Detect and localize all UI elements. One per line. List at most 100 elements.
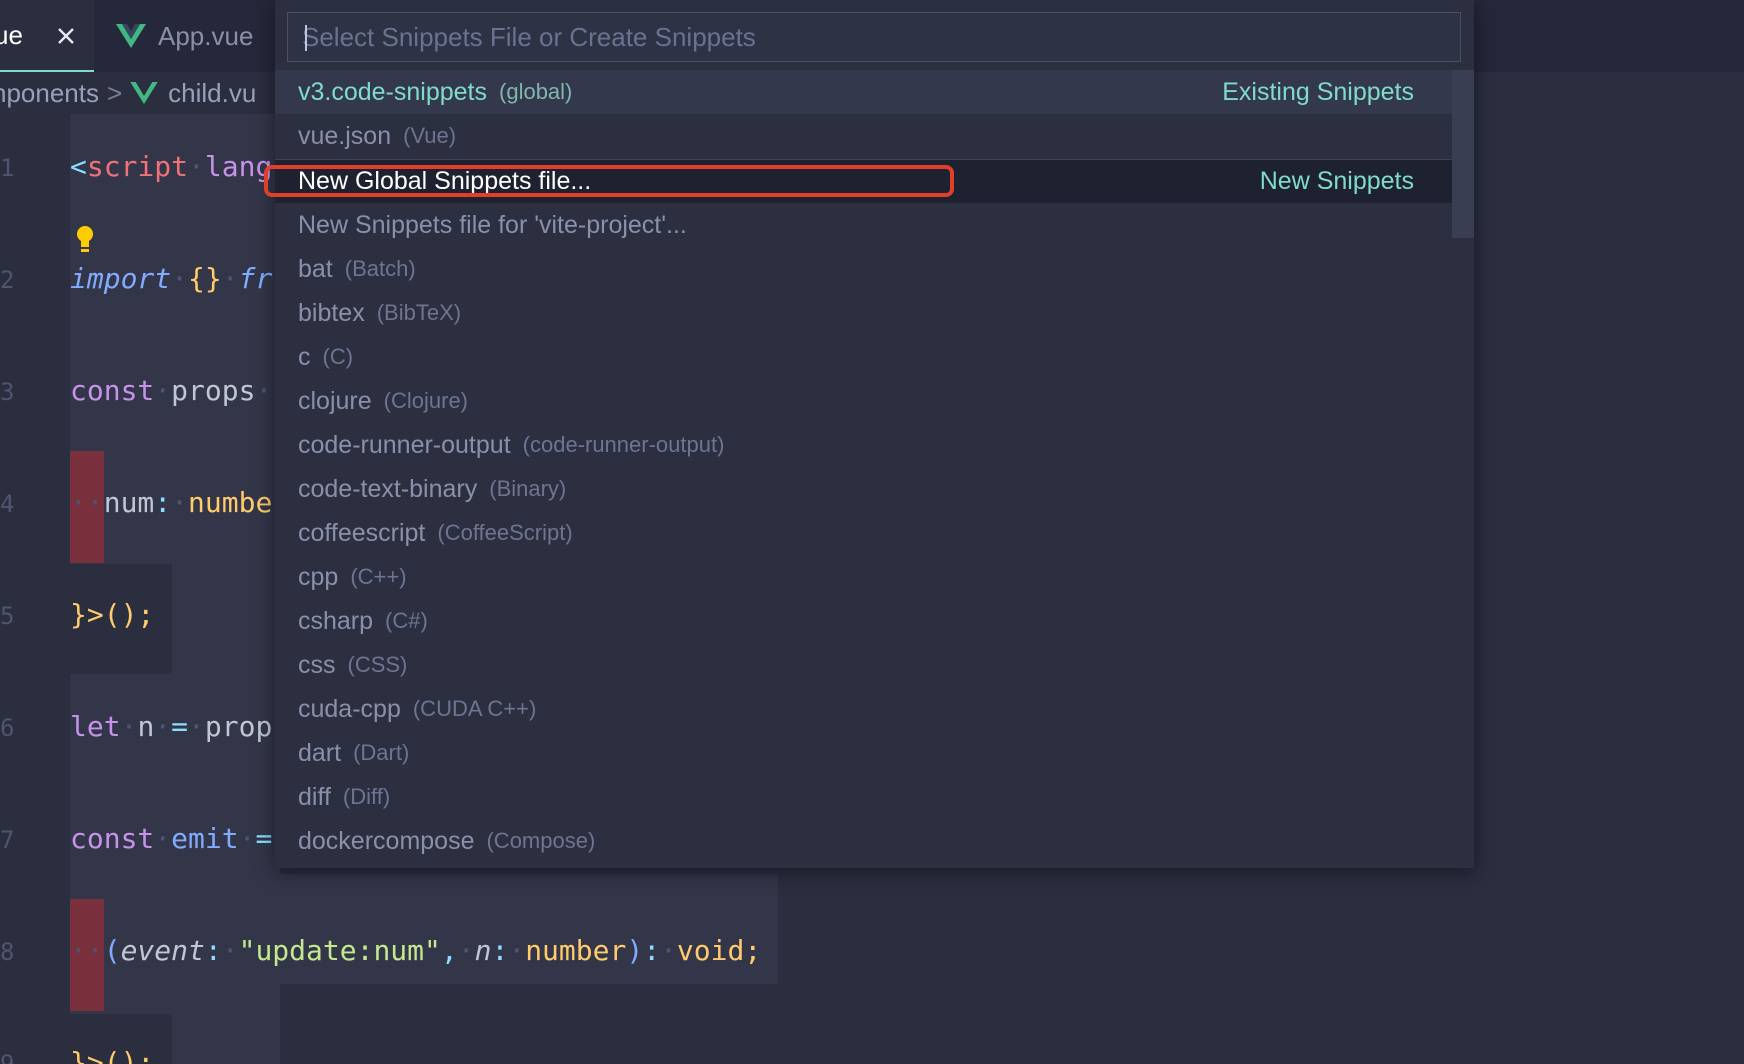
quick-pick-item[interactable]: clojure (Clojure) xyxy=(275,379,1452,423)
token: }>(); xyxy=(70,598,155,631)
tab-child-vue[interactable]: ue xyxy=(0,0,94,72)
item-description: (code-runner-output) xyxy=(522,432,725,457)
tab-app-vue[interactable]: App.vue xyxy=(116,0,253,72)
quick-pick-item[interactable]: diff (Diff) xyxy=(275,775,1452,819)
token: }>(); xyxy=(70,1046,155,1064)
token: n xyxy=(137,710,155,743)
line-number: 6 xyxy=(0,714,15,742)
code-block-bg xyxy=(70,874,778,984)
token: lang xyxy=(204,150,273,183)
item-label: dart xyxy=(298,738,342,767)
quick-pick-item[interactable]: dart (Dart) xyxy=(275,731,1452,775)
token: : xyxy=(154,486,172,519)
item-description: (global) xyxy=(499,79,573,104)
token: = xyxy=(255,822,273,855)
breadcrumb-separator: > xyxy=(106,77,123,108)
code-line-8: ··(event:·"update:num",·n:·number):·void… xyxy=(70,934,762,967)
breadcrumb-folder[interactable]: nponents xyxy=(0,78,99,109)
item-label: c xyxy=(298,342,311,371)
quick-pick-item[interactable]: c (C) xyxy=(275,335,1452,379)
quick-pick-item[interactable]: dockercompose (Compose) xyxy=(275,819,1452,860)
line-number: 5 xyxy=(0,602,15,630)
token: "update:num" xyxy=(238,934,441,967)
item-label: code-runner-output xyxy=(298,430,511,459)
token: , xyxy=(440,934,458,967)
token: emit xyxy=(171,822,239,855)
vue-logo-icon xyxy=(130,82,158,104)
code-block-bg xyxy=(172,1009,280,1064)
token: numbe xyxy=(188,486,273,519)
tab-label: App.vue xyxy=(158,20,254,51)
quick-pick-item[interactable]: code-text-binary (Binary) xyxy=(275,467,1452,511)
item-description: (C#) xyxy=(385,608,428,633)
item-description: (BibTeX) xyxy=(376,300,462,325)
token: const xyxy=(70,374,155,407)
token: const xyxy=(70,822,155,855)
quick-pick-item[interactable]: code-runner-output (code-runner-output) xyxy=(275,423,1452,467)
token: let xyxy=(70,710,121,743)
quick-pick-item[interactable]: bibtex (BibTeX) xyxy=(275,291,1452,335)
line-number: 9 xyxy=(0,1050,15,1064)
line-number: 8 xyxy=(0,938,15,966)
quick-pick-item[interactable]: csharp (C#) xyxy=(275,599,1452,643)
quick-pick-panel: v3.code-snippets (global) Existing Snipp… xyxy=(275,0,1474,868)
tab-label: ue xyxy=(0,19,23,50)
code-line-9: }>(); xyxy=(70,1046,154,1064)
item-description: (Dart) xyxy=(353,740,410,765)
quick-pick-input[interactable] xyxy=(288,12,1460,62)
token: {} xyxy=(188,262,222,295)
breadcrumb: nponents > child.vu xyxy=(0,72,256,114)
line-number: 2 xyxy=(0,266,15,294)
quick-pick-item[interactable]: css (CSS) xyxy=(275,643,1452,687)
annotation-highlight-box xyxy=(264,165,954,197)
item-description: (Clojure) xyxy=(383,388,469,413)
quick-pick-item[interactable]: bat (Batch) xyxy=(275,247,1452,291)
line-number: 7 xyxy=(0,826,15,854)
item-description: (CoffeeScript) xyxy=(437,520,573,545)
item-group-label: New Snippets xyxy=(1259,167,1414,195)
token: < xyxy=(70,150,87,183)
quick-pick-item[interactable]: vue.json (Vue) xyxy=(275,114,1452,158)
token: number xyxy=(525,934,627,967)
item-label: v3.code-snippets xyxy=(298,77,488,106)
item-label: clojure xyxy=(298,386,372,415)
quick-pick-item[interactable]: cuda-cpp (CUDA C++) xyxy=(275,687,1452,731)
token: void; xyxy=(676,934,762,967)
token: : xyxy=(491,934,509,967)
token: = xyxy=(171,710,189,743)
quick-pick-item[interactable]: New Snippets file for 'vite-project'... xyxy=(275,203,1452,247)
item-description: (C++) xyxy=(350,564,407,589)
item-label: bibtex xyxy=(298,298,365,327)
item-description: (Binary) xyxy=(489,476,567,501)
item-description: (CSS) xyxy=(347,652,408,677)
item-label: cpp xyxy=(298,562,339,591)
item-description: (Vue) xyxy=(403,123,457,148)
item-label: csharp xyxy=(298,606,374,635)
code-line-6: let·n·=·prop xyxy=(70,710,273,743)
item-group-label: Existing Snippets xyxy=(1222,77,1414,106)
token: : xyxy=(643,934,661,967)
item-label: vue.json xyxy=(298,121,392,150)
token: : xyxy=(204,934,222,967)
quick-pick-item[interactable]: coffeescript (CoffeeScript) xyxy=(275,511,1452,555)
quick-pick-item[interactable]: v3.code-snippets (global) Existing Snipp… xyxy=(275,70,1452,114)
scrollbar-thumb[interactable] xyxy=(1452,70,1474,238)
line-number: 3 xyxy=(0,378,15,406)
lightbulb-icon[interactable] xyxy=(74,224,96,254)
item-label: diff xyxy=(298,782,331,811)
item-label: New Snippets file for 'vite-project'... xyxy=(298,210,687,239)
line-number: 4 xyxy=(0,490,15,518)
code-line-5: }>(); xyxy=(70,598,154,631)
breadcrumb-file[interactable]: child.vu xyxy=(168,78,256,109)
token: script xyxy=(86,150,189,183)
token: import xyxy=(70,262,172,295)
close-icon[interactable] xyxy=(52,22,80,50)
item-label: code-text-binary xyxy=(298,474,478,503)
quick-pick-item[interactable]: cpp (C++) xyxy=(275,555,1452,599)
code-line-7: const·emit·= xyxy=(70,822,273,855)
text-caret xyxy=(305,25,307,51)
item-description: (CUDA C++) xyxy=(412,696,537,721)
token: fr xyxy=(238,262,273,295)
quick-pick-input-box[interactable] xyxy=(287,12,1461,62)
item-label: cuda-cpp xyxy=(298,694,401,723)
